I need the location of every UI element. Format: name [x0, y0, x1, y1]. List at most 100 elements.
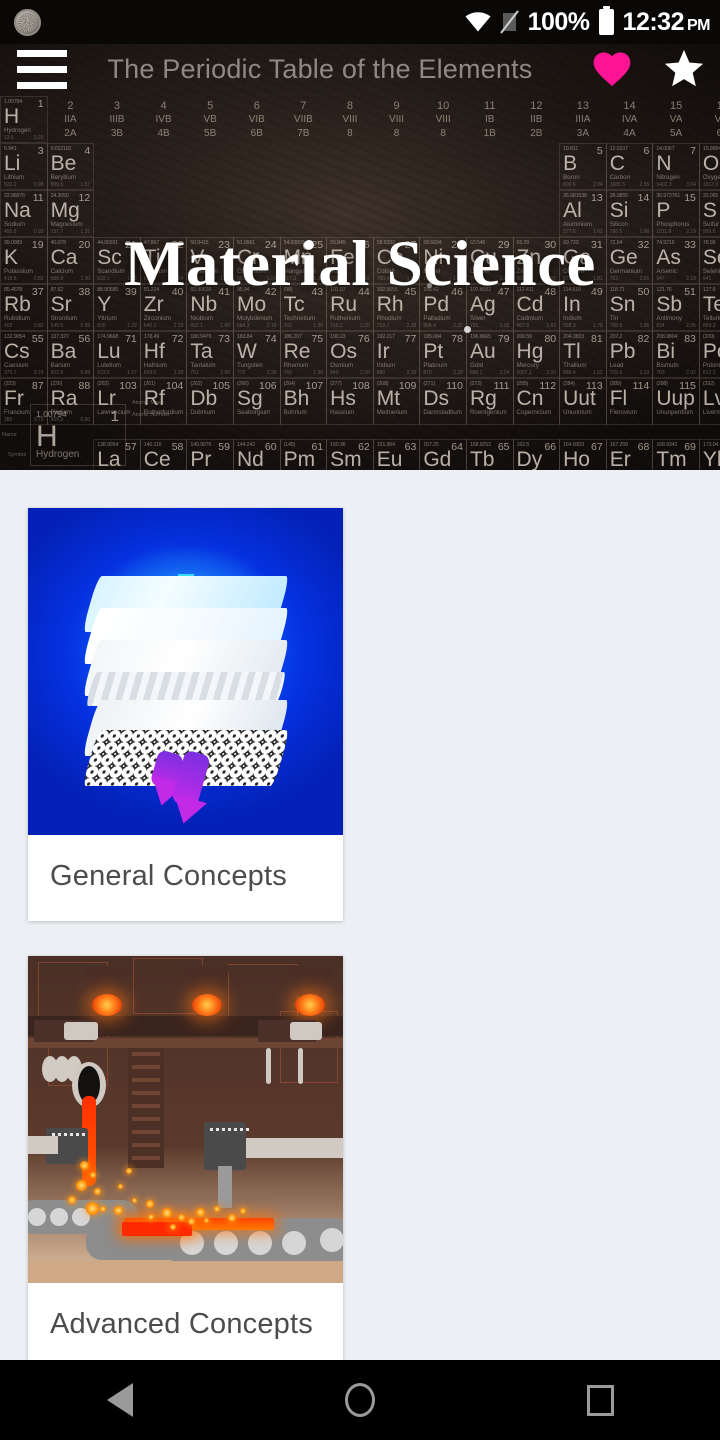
absorption-arrow-head — [167, 793, 207, 829]
machine-indicator — [228, 1128, 231, 1131]
spark — [80, 1161, 89, 1170]
element-cell-Db: (262) 105 Db Dubnium — [186, 378, 234, 425]
spark — [188, 1218, 195, 1225]
star-icon[interactable] — [648, 38, 720, 100]
element-cell-Gd: 157.2564GdGadolinium593.41.20 — [419, 439, 467, 470]
card-title: General Concepts — [50, 860, 287, 892]
wifi-icon — [465, 12, 491, 32]
element-cell-Tb: 158.925365TbTerbium565.8 — [465, 439, 514, 470]
element-cell-Pt: 195.084 78 Pt Platinum 870 2.28 — [419, 331, 467, 378]
element-cell-Bh: (264) 107 Bh Bohrium — [279, 378, 328, 425]
card-image-layered-material — [28, 508, 343, 835]
element-cell-Fl: (289) 114 Fl Flerovium — [605, 378, 654, 425]
spark — [132, 1198, 137, 1203]
element-cell-O: 15.99948OOxygen1313.93.44 — [698, 143, 720, 190]
spark — [146, 1200, 154, 1208]
machine-indicator — [70, 1133, 73, 1136]
element-cell-Uut: (284) 113 Uut Ununtrium — [559, 378, 607, 425]
machine-indicator — [246, 1128, 249, 1131]
element-cell-W: 183.84 74 W Tungsten 770 2.36 — [232, 331, 281, 378]
status-bar: 100% 12:32 PM — [0, 0, 720, 44]
battery-icon — [598, 6, 614, 35]
ladder-rung — [132, 1104, 160, 1108]
decorative-bubble — [464, 326, 471, 333]
element-cell-Pm: (145)61PmPromethium540 — [279, 439, 328, 470]
conveyor-roller — [50, 1208, 68, 1226]
page-title: Material Science — [124, 228, 596, 300]
hot-steel-slab — [122, 1222, 192, 1236]
machine-indicator — [76, 1133, 79, 1136]
machine-indicator — [210, 1128, 213, 1131]
element-cell-Lu: 174.9668 71 Lu Lutetium 523.5 1.27 — [93, 331, 141, 378]
home-circle-icon[interactable] — [300, 1360, 420, 1440]
element-cell-N: 14.0067 7 N Nitrogen 1402.3 3.04 — [652, 143, 700, 190]
element-cell-Uup: (288) 115 Uup Ununpentium — [652, 378, 700, 425]
legend-atomic-mass: 1.00794 — [36, 409, 67, 419]
element-cell-Cs: 132.9054 55 Cs Caesium 375.7 0.79 — [0, 331, 48, 378]
element-cell-Bi: 208.9804 83 Bi Bismuth 703 2.02 — [652, 331, 700, 378]
element-cell-Tm: 168.934269TmThulium596.71.25 — [652, 439, 700, 470]
element-cell-Hf: 178.49 72 Hf Hafnium 658.5 1.30 — [139, 331, 188, 378]
spark — [148, 1214, 154, 1220]
element-cell-Cn: (285) 112 Cn Copernicium — [512, 378, 561, 425]
element-cell-H: 1.00794 1 H Hydrogen 13.6 2.20 — [0, 96, 48, 143]
recents-square-icon[interactable] — [540, 1360, 660, 1440]
legend-symbol: H — [36, 420, 58, 453]
card-general-concepts[interactable]: General Concepts — [28, 508, 343, 921]
conveyor-roller — [214, 1231, 238, 1255]
periodic-table-row: 1.007941HHydrogen13.62.204.0026022HeHeli… — [0, 96, 720, 143]
back-triangle-icon[interactable] — [60, 1360, 180, 1440]
legend-label-symbol: Symbol — [8, 452, 27, 458]
legend-label-name: Name — [2, 432, 17, 438]
element-cell-Ce: 140.11658CeCerium534.41.12 — [139, 439, 188, 470]
spark — [204, 1218, 209, 1223]
element-cell-Ta: 180.9479 73 Ta Tantalum 761 1.50 — [186, 331, 234, 378]
element-cell-Be: 9.012182 4 Be Beryllium 899.5 1.57 — [46, 143, 95, 190]
lamp-bulb — [92, 994, 122, 1016]
element-cell-Tl: 204.3833 81 Tl Thallium 589.4 1.62 — [559, 331, 607, 378]
app-screen: 1IA1A2IIA2A3IIIB3B4IVB4B5VB5B6VIB6B7VIIB… — [0, 0, 720, 1440]
element-cell-Mt: (268) 109 Mt Meitnerium — [372, 378, 421, 425]
spark — [214, 1206, 220, 1212]
legend-name: Hydrogen — [36, 449, 80, 460]
heart-icon[interactable] — [576, 38, 648, 100]
crane-cable — [266, 1048, 271, 1084]
machine-indicator — [234, 1128, 237, 1131]
ladder-rung — [132, 1156, 160, 1160]
legend-label-atomic-mass: Atomic Mass — [132, 400, 164, 406]
periodic-table-row: 132.9054 55 Cs Caesium 375.7 0.79 137.327 56 Ba B… — [0, 331, 720, 378]
machine-post — [218, 1166, 232, 1208]
machine-indicator — [222, 1128, 225, 1131]
legend-label-atomic-number: Atomic Number — [132, 412, 170, 418]
spark — [94, 1188, 101, 1195]
conveyor-roller — [248, 1231, 272, 1255]
no-signal-icon — [499, 10, 519, 34]
ladder-rung — [132, 1143, 160, 1147]
spark — [76, 1180, 87, 1191]
machine-indicator — [82, 1133, 85, 1136]
battery-percent-label: 100% — [527, 7, 590, 36]
card-title: Advanced Concepts — [50, 1308, 313, 1340]
crane-cable — [298, 1048, 303, 1084]
ladder-rung — [132, 1091, 160, 1095]
status-bar-system-icons: 100% 12:32 PM — [465, 6, 711, 36]
ladder-rung — [132, 1078, 160, 1082]
crane-trolley-body — [64, 1022, 98, 1040]
machine-indicator — [52, 1133, 55, 1136]
card-advanced-concepts[interactable]: Advanced Concepts — [28, 956, 343, 1360]
element-cell-Pr: 140.907659PrPraseodymium5271.13 — [186, 439, 234, 470]
machine-indicator — [240, 1128, 243, 1131]
status-bar-clock: 12:32 PM — [623, 9, 711, 35]
conveyor-roller — [282, 1231, 306, 1255]
ladder-rung — [132, 1130, 160, 1134]
element-cell-Hs: (277) 108 Hs Hassium — [326, 378, 374, 425]
element-cell-Ir: 192.217 77 Ir Iridium 880 2.20 — [372, 331, 421, 378]
element-cell-Au: 196.9665 79 Au Gold 890.1 2.54 — [465, 331, 514, 378]
legend-atomic-number: 1 — [110, 408, 119, 425]
element-cell-Os: 190.23 76 Os Osmium 840 2.20 — [326, 331, 374, 378]
ladder-rung — [132, 1052, 160, 1056]
spark — [114, 1206, 123, 1215]
element-cell-Re: 186.207 75 Re Rhenium 760 1.90 — [279, 331, 328, 378]
element-cell-B: 10.811 5 B Boron 800.6 2.04 — [559, 143, 607, 190]
element-cell-Dy: 162.566DyDysprosium5731.22 — [512, 439, 561, 470]
